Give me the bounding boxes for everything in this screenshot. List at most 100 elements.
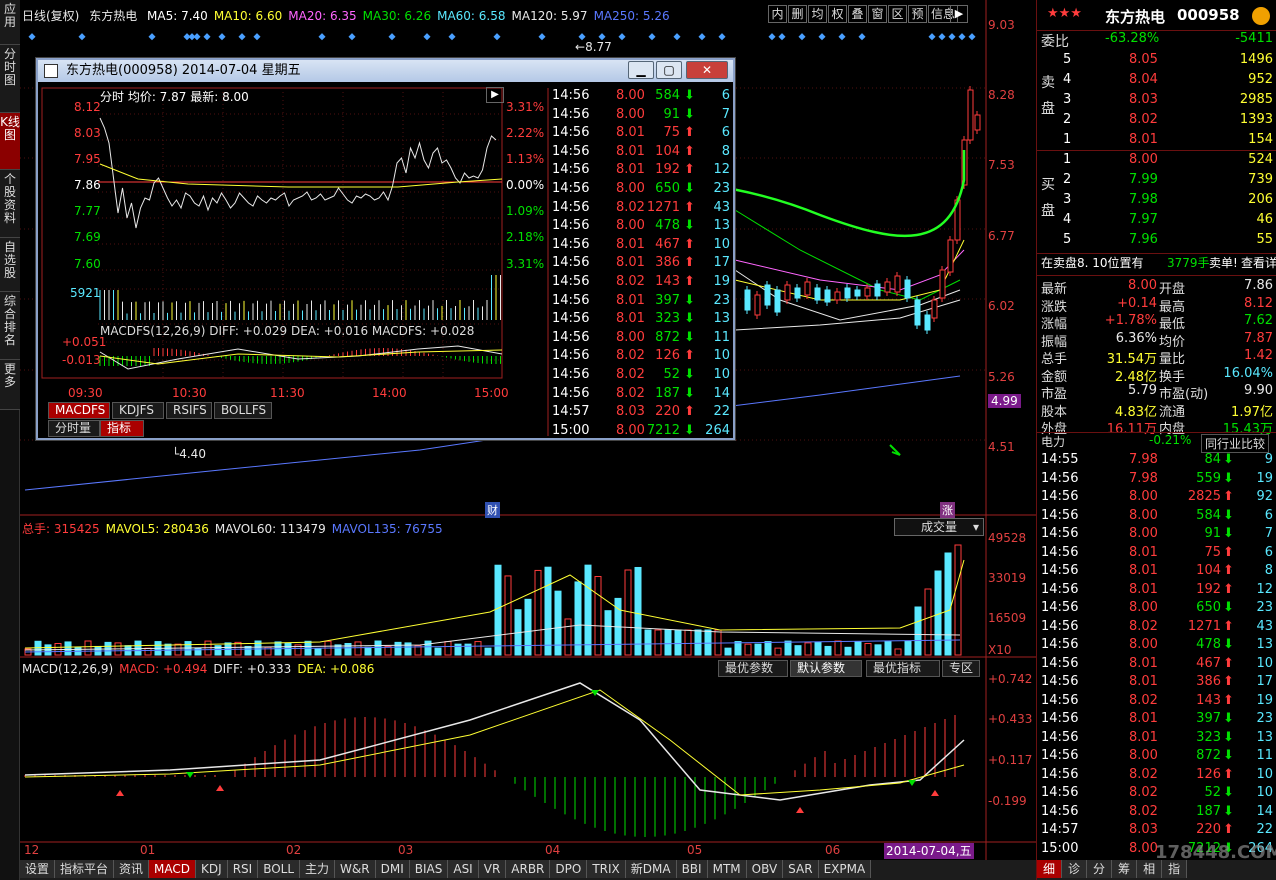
buy-row[interactable]: 4 7.97 46 [1037, 212, 1276, 232]
maximize-button[interactable]: ▢ [656, 61, 682, 79]
popup-tick-row: 14:56 8.02 126 ⬆ 10 [552, 348, 732, 366]
volume-indicator-select[interactable]: 成交量 ▾ [894, 518, 984, 536]
toolbar-button-0[interactable]: 内 [768, 5, 787, 23]
macd-button-3[interactable]: 专区 [942, 660, 980, 677]
quote-tab-1[interactable]: 诊 [1062, 860, 1088, 878]
intraday-ind-tab-2[interactable]: RSIFS [166, 402, 212, 419]
indicator-tab-16[interactable]: 新DMA [625, 860, 677, 878]
popup-tick-row: 14:56 8.02 187 ⬇ 14 [552, 386, 732, 404]
indicator-tab-7[interactable]: 主力 [300, 860, 336, 878]
toolbar-button-1[interactable]: 删 [788, 5, 807, 23]
tick-price: 8.01 [616, 255, 645, 271]
arrow-up-icon: ⬆ [684, 404, 695, 420]
intraday-ind-tab-3[interactable]: BOLLFS [214, 402, 272, 419]
tick-volume: 143 [1196, 692, 1221, 708]
left-tab-6[interactable]: 更多 [0, 360, 20, 410]
sell-row[interactable]: 2 8.02 1393 [1037, 112, 1276, 132]
finance-marker[interactable]: 财 [485, 502, 500, 518]
sell-row[interactable]: 4 8.04 952 [1037, 72, 1276, 92]
popup-title-bar[interactable]: 东方热电(000958) 2014-07-04 星期五 ▁ ▢ ✕ [38, 60, 733, 82]
sell-row[interactable]: 1 8.01 154 [1037, 132, 1276, 152]
tick-price: 8.01 [1129, 563, 1158, 578]
arrow-up-icon: ⬆ [684, 162, 695, 178]
toolbar-button-6[interactable]: 区 [888, 5, 907, 23]
toolbar-button-4[interactable]: 叠 [848, 5, 867, 23]
sell-row[interactable]: 5 8.05 1496 [1037, 52, 1276, 72]
intraday-sub-tab-0[interactable]: 分时量 [48, 420, 100, 437]
left-tab-0[interactable]: 应用 [0, 0, 20, 45]
indicator-tab-5[interactable]: RSI [227, 860, 259, 878]
favorite-icon[interactable] [1252, 7, 1270, 25]
arrow-up-icon: ⬆ [1223, 822, 1234, 837]
expand-panel-button[interactable]: ▶ [950, 5, 968, 23]
indicator-tab-13[interactable]: ARBR [506, 860, 551, 878]
quote-tab-3[interactable]: 筹 [1112, 860, 1138, 878]
tick-volume: 104 [655, 143, 680, 159]
buy-level: 5 [1063, 232, 1072, 247]
tick-price: 8.02 [1129, 803, 1158, 819]
indicator-tab-15[interactable]: TRIX [587, 860, 626, 878]
left-tab-2[interactable]: K线图 [0, 113, 20, 170]
limit-up-marker[interactable]: 涨 [940, 502, 955, 518]
close-button[interactable]: ✕ [686, 61, 728, 79]
intraday-sub-tab-1[interactable]: 指标 [100, 420, 144, 437]
left-tab-3[interactable]: 个股资料 [0, 170, 20, 238]
buy-row[interactable]: 2 7.99 739 [1037, 172, 1276, 192]
toolbar-button-2[interactable]: 均 [808, 5, 827, 23]
quote-row: 市盈 5.79 市盈(动) 9.90 [1037, 383, 1276, 402]
intraday-ind-tab-0[interactable]: MACDFS [48, 402, 110, 419]
indicator-tab-11[interactable]: ASI [448, 860, 479, 878]
notice-text: 在卖盘8. 10位置有 [1041, 256, 1144, 270]
buy-row[interactable]: 1 8.00 524 [1037, 152, 1276, 172]
popup-collapse-button[interactable]: ▶ [486, 87, 504, 103]
quote-tab-0[interactable]: 细 [1037, 860, 1063, 878]
sector-pct: -0.21% [1149, 433, 1192, 447]
tick-count: 22 [1256, 822, 1273, 837]
indicator-tab-2[interactable]: 资讯 [114, 860, 150, 878]
indicator-tab-4[interactable]: KDJ [196, 860, 228, 878]
minimize-button[interactable]: ▁ [628, 61, 654, 79]
industry-compare-button[interactable]: 同行业比较 [1201, 434, 1270, 453]
left-tab-4[interactable]: 自选股 [0, 238, 20, 292]
quote-tab-2[interactable]: 分 [1087, 860, 1113, 878]
arrow-up-icon: ⬆ [1223, 544, 1234, 560]
toolbar-button-3[interactable]: 权 [828, 5, 847, 23]
indicator-tab-1[interactable]: 指标平台 [55, 860, 115, 878]
indicator-tab-18[interactable]: MTM [707, 860, 747, 878]
indicator-tab-17[interactable]: BBI [676, 860, 708, 878]
price-tick-6: 4.99 [988, 394, 1021, 408]
indicator-tab-9[interactable]: DMI [375, 860, 410, 878]
intraday-ind-tab-1[interactable]: KDJFS [112, 402, 164, 419]
indicator-tab-6[interactable]: BOLL [258, 860, 301, 878]
indicator-tab-14[interactable]: DPO [550, 860, 588, 878]
sell-row[interactable]: 3 8.03 2985 [1037, 92, 1276, 112]
left-tab-1[interactable]: 分时图 [0, 45, 20, 113]
indicator-tab-8[interactable]: W&R [335, 860, 376, 878]
tick-time: 14:56 [1041, 711, 1079, 726]
indicator-tab-19[interactable]: OBV [746, 860, 784, 878]
indicator-tab-21[interactable]: EXPMA [818, 860, 872, 878]
buy-row[interactable]: 5 7.96 55 [1037, 232, 1276, 252]
left-tab-5[interactable]: 综合排名 [0, 292, 20, 360]
month-label-0: 12 [24, 843, 40, 857]
popup-tick-row: 14:56 8.00 584 ⬇ 6 [552, 88, 732, 106]
buy-row[interactable]: 3 7.98 206 [1037, 192, 1276, 212]
quote-value: 7.86 [1244, 278, 1273, 293]
tick-time: 14:56 [1041, 489, 1079, 504]
indicator-tab-20[interactable]: SAR [783, 860, 819, 878]
indicator-tab-10[interactable]: BIAS [409, 860, 449, 878]
tick-volume: 187 [655, 385, 680, 401]
macd-info: MACD(12,26,9) MACD: +0.494 DIFF: +0.333 DEA… [22, 662, 380, 676]
indicator-tab-12[interactable]: VR [478, 860, 507, 878]
indicator-tab-3[interactable]: MACD [149, 860, 197, 878]
order-notice[interactable]: 在卖盘8. 10位置有 3779手 卖单! 查看详情 [1037, 253, 1276, 273]
indicator-tab-0[interactable]: 设置 [20, 860, 56, 878]
toolbar-button-7[interactable]: 预 [908, 5, 927, 23]
macd-button-2[interactable]: 最优指标 [866, 660, 940, 677]
macd-button-1[interactable]: 默认参数 [790, 660, 862, 677]
intraday-popup-window[interactable]: 东方热电(000958) 2014-07-04 星期五 ▁ ▢ ✕ 分时 均价:… [36, 58, 735, 440]
macd-button-0[interactable]: 最优参数 [718, 660, 788, 677]
notice-detail-link[interactable]: 查看详情 [1241, 254, 1276, 271]
toolbar-button-5[interactable]: 窗 [868, 5, 887, 23]
arrow-up-icon: ⬆ [684, 348, 695, 364]
